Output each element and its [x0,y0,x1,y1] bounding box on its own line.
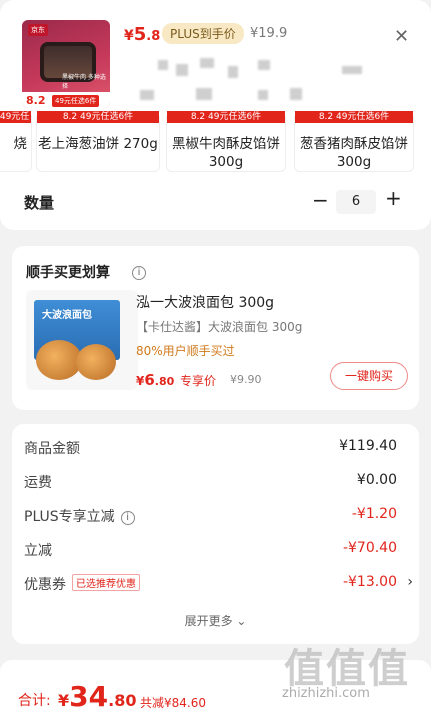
thumb-price: 8.2 [26,94,46,107]
product-thumbnail: 京东 黑椒牛肉 多种选择 8.2 49元任选6件 [22,20,110,108]
summary-value: -¥13.00 [342,574,397,590]
total-integer: 34 [69,680,109,713]
redacted-title-block [290,88,302,100]
total-currency: ¥ [58,691,70,710]
summary-row-coupon[interactable]: 优惠券 已选推荐优惠 -¥13.00 › [24,574,413,594]
addon-price-decimal: .80 [154,375,175,388]
summary-row-goods: 商品金额 ¥119.40 [24,438,407,458]
price-decimal: .8 [146,29,161,44]
summary-label-text: PLUS专享立减 [24,509,115,525]
summary-value: ¥0.00 [356,472,397,488]
summary-value: -¥70.40 [342,540,397,556]
total-decimal: .80 [108,691,137,710]
redacted-title-block [140,90,154,100]
summary-row-shipping: 运费 ¥0.00 [24,472,407,492]
summary-row-plus-discount: PLUS专享立减 i -¥1.20 [24,506,407,526]
addon-suggestion-card: 顺手买更划算 i 大波浪面包 泓一大波浪面包 300g 【卡仕达酱】大波浪面包 … [12,246,419,410]
expand-more-button[interactable]: 展开更多 ⌄ [12,612,419,629]
coupon-badge: 已选推荐优惠 [72,574,140,591]
total-savings: 共减¥84.60 [140,696,206,710]
price-integer: 5 [133,24,147,45]
summary-value: ¥119.40 [339,438,397,454]
addon-product-variant: 【卡仕达酱】大波浪面包 300g [136,320,303,334]
addon-title: 顺手买更划算 [26,265,110,281]
price-summary: 商品金额 ¥119.40 运费 ¥0.00 PLUS专享立减 i -¥1.20 立… [12,424,419,644]
bread-box-text: 大波浪面包 [42,310,92,321]
addon-popularity: 80%用户顺手买过 [136,344,235,358]
redacted-title-block [342,66,362,74]
redacted-title-block [228,66,238,78]
one-click-buy-button[interactable]: 一键购买 [330,362,408,390]
summary-label: 运费 [24,475,52,491]
watermark-url: zhizhizhi.com [282,686,370,701]
thumb-promo: 49元任选6件 [52,95,100,107]
info-icon[interactable]: i [120,511,135,525]
summary-label-text: 优惠券 [24,577,66,593]
variant-promo-band: 8.2 49元任选6件 [295,111,413,123]
plus-price: ¥5.8 [124,24,160,45]
variant-promo-band: 8.2 49元任选6件 [0,111,31,123]
redacted-title-block [158,60,168,70]
variant-promo-band: 8.2 49元任选6件 [167,111,285,123]
total-label: 合计: [18,693,51,709]
original-price: ¥19.9 [250,26,288,41]
variant-label: 老上海葱油饼 270g [38,136,158,152]
chevron-right-icon[interactable]: › [407,574,413,590]
redacted-title-block [200,58,214,68]
summary-label: 优惠券 已选推荐优惠 [24,574,140,594]
total-price: ¥34.80 [58,680,136,713]
close-icon[interactable]: ✕ [394,26,409,47]
variant-label: 葱香猪肉酥皮馅饼 300g [300,136,408,170]
addon-price: ¥6.80 [136,370,174,389]
quantity-input[interactable]: 6 [336,190,376,214]
redacted-title-block [176,64,188,76]
variant-label: 烧 [13,136,28,152]
addon-product-image[interactable]: 大波浪面包 [26,290,138,390]
bread-image [76,344,116,380]
variant-option[interactable]: 8.2 49元任选6件 老上海葱油饼 270g [36,111,160,172]
thumb-price-tag: 8.2 49元任选6件 [22,92,110,108]
variant-option[interactable]: 8.2 49元任选6件 葱香猪肉酥皮馅饼 300g [294,111,414,172]
variant-option[interactable]: 8.2 49元任选6件 烧 [0,111,32,172]
redacted-title-block [196,88,212,100]
addon-price-integer: 6 [144,371,155,389]
plus-price-badge: PLUS到手价 [162,23,244,44]
price-currency: ¥ [124,28,134,44]
addon-product-name[interactable]: 泓一大波浪面包 300g [136,292,274,312]
quantity-row: 数量 − 6 + [0,174,431,230]
info-icon[interactable]: i [132,266,146,280]
quantity-minus-button[interactable]: − [312,188,329,212]
quantity-plus-button[interactable]: + [385,186,402,210]
variant-selector: 8.2 49元任选6件 烧 8.2 49元任选6件 老上海葱油饼 270g 8.… [0,110,431,174]
summary-row-discount: 立减 -¥70.40 [24,540,407,560]
thumb-logo: 京东 [28,24,48,36]
thumb-caption: 黑椒牛肉 多种选择 [62,74,106,90]
redacted-title-block [258,90,268,100]
variant-label: 黑椒牛肉酥皮馅饼 300g [172,136,280,170]
summary-label: 立减 [24,543,52,559]
summary-label: 商品金额 [24,441,80,457]
variant-option[interactable]: 8.2 49元任选6件 黑椒牛肉酥皮馅饼 300g [166,111,286,172]
summary-value: -¥1.20 [351,506,397,522]
redacted-title-block [258,60,270,70]
product-header: 京东 黑椒牛肉 多种选择 8.2 49元任选6件 ¥5.8 PLUS到手价 ¥1… [0,0,431,110]
summary-label: PLUS专享立减 i [24,506,135,526]
quantity-label: 数量 [24,194,55,212]
addon-original-price: ¥9.90 [230,373,262,386]
addon-price-label: 专享价 [180,374,217,388]
variant-promo-band: 8.2 49元任选6件 [37,111,159,123]
